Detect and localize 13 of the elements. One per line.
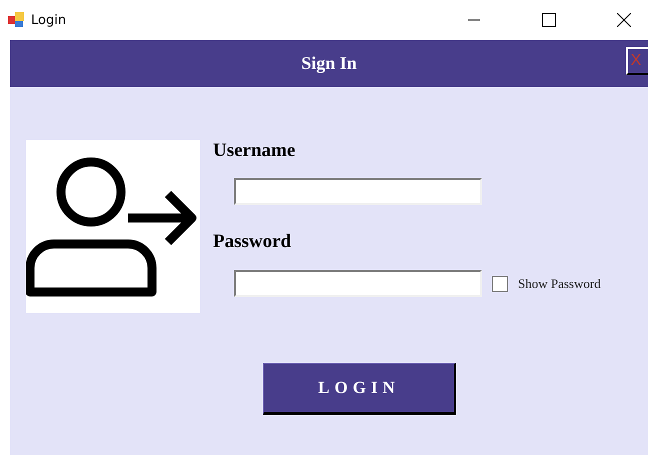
password-label: Password (213, 231, 292, 253)
login-button[interactable]: LOGIN (263, 363, 456, 415)
close-icon (617, 13, 631, 27)
password-field[interactable] (234, 270, 482, 297)
show-password-label: Show Password (518, 276, 601, 292)
maximize-icon (542, 13, 556, 27)
username-field[interactable] (234, 178, 482, 205)
username-label: Username (213, 140, 296, 162)
header-title: Sign In (301, 53, 357, 74)
show-password-checkbox[interactable] (492, 276, 508, 292)
user-login-icon (26, 140, 200, 313)
app-icon (8, 12, 24, 28)
window-title: Login (31, 12, 66, 28)
